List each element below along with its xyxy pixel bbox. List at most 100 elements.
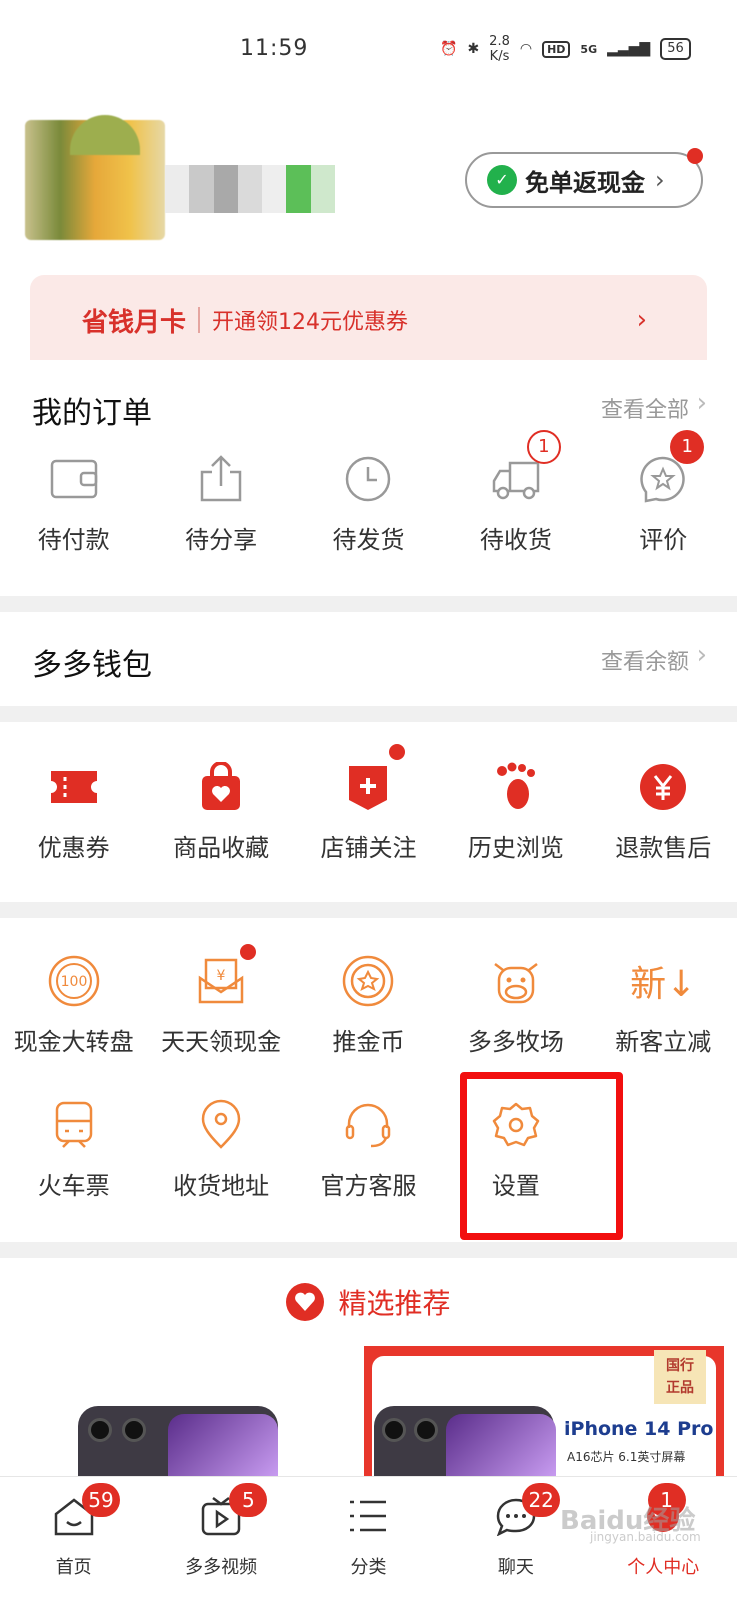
truck-icon: 1: [489, 430, 561, 506]
store-follow-icon: [341, 744, 406, 814]
chevron-right-icon[interactable]: ›: [697, 640, 707, 670]
order-label: 待发货: [332, 526, 405, 554]
battery-indicator: 56: [660, 38, 691, 60]
net-speed: 2.8 K/s: [489, 34, 510, 64]
nav-badge: 22: [522, 1483, 561, 1517]
order-label: 待付款: [37, 526, 110, 554]
username-blurred: [165, 165, 335, 213]
profile-header: ✓ 免单返现金 › 省钱月卡 开通领124元优惠券 ›: [0, 100, 737, 365]
nav-label: 分类: [350, 1557, 387, 1578]
wheel-100-icon: 100: [47, 954, 101, 1008]
product-card[interactable]: [0, 1346, 360, 1476]
status-bar: 11:59 ⏰ ✱ 2.8 K/s ◠ HD 5G ▂▃▅▇ 56: [0, 0, 737, 100]
official-tag-line1: 国行: [666, 1358, 694, 1374]
service-new-customer[interactable]: 新↓ 新客立减: [590, 954, 737, 1057]
order-count-badge: 1: [670, 430, 705, 464]
service-label: 推金币: [332, 1028, 405, 1056]
service-label: 官方客服: [320, 1172, 417, 1200]
order-count-badge: 1: [526, 430, 561, 464]
review-icon: 1: [636, 430, 705, 506]
recommend-header: 精选推荐: [0, 1258, 737, 1346]
recommend-title: 精选推荐: [338, 1287, 451, 1320]
status-icons: ⏰ ✱ 2.8 K/s ◠ HD 5G ▂▃▅▇ 56: [440, 34, 691, 64]
wallet-section[interactable]: 多多钱包 查看余额 ›: [0, 612, 737, 706]
nav-badge: 59: [82, 1483, 120, 1517]
order-label: 待收货: [479, 526, 552, 554]
cash-envelope-icon: ¥: [194, 944, 257, 1008]
services-section: 100 现金大转盘 ¥ 天天领现金 推金币 多多牧场 新↓ 新客立减 火车票 收…: [0, 918, 737, 1242]
share-icon: [194, 452, 248, 506]
order-pending-receive[interactable]: 1 待收货: [442, 430, 589, 555]
headset-icon: [341, 1098, 395, 1152]
product-grid: iPhone 14 Pro A16芯片 6.1英寸屏幕 国行 正品: [0, 1346, 737, 1476]
wechat-icon: ✓: [487, 165, 517, 195]
nav-label: 首页: [55, 1557, 92, 1578]
product-subtitle: A16芯片 6.1英寸屏幕: [567, 1450, 686, 1464]
service-label: 现金大转盘: [13, 1028, 134, 1056]
nav-video[interactable]: 多多视频 5: [147, 1477, 294, 1600]
shortcut-favorites[interactable]: 商品收藏: [147, 760, 294, 863]
services-row-2: 火车票 收货地址 官方客服 设置: [0, 1098, 737, 1201]
product-image: [374, 1406, 556, 1476]
shortcut-label: 退款售后: [615, 834, 712, 862]
free-cashback-button[interactable]: ✓ 免单返现金 ›: [465, 148, 703, 208]
avatar[interactable]: [25, 115, 165, 240]
location-icon: [194, 1098, 248, 1152]
favorite-bag-icon: [194, 760, 248, 814]
service-farm[interactable]: 多多牧场: [442, 954, 589, 1057]
services-row-1: 100 现金大转盘 ¥ 天天领现金 推金币 多多牧场 新↓ 新客立减: [0, 944, 737, 1057]
service-label: 新客立减: [615, 1028, 712, 1056]
product-title: iPhone 14 Pro: [564, 1418, 714, 1440]
chevron-right-icon[interactable]: ›: [697, 388, 707, 418]
service-cash-wheel[interactable]: 100 现金大转盘: [0, 954, 147, 1057]
heart-icon: [286, 1283, 325, 1321]
wallet-icon: [47, 452, 101, 506]
nav-chat[interactable]: 聊天 22: [442, 1477, 589, 1600]
nav-label: 多多视频: [185, 1557, 258, 1578]
bluetooth-icon: ✱: [467, 41, 480, 57]
savings-card-banner[interactable]: 省钱月卡 开通领124元优惠券 ›: [30, 275, 707, 365]
notification-dot: [389, 744, 406, 760]
service-address[interactable]: 收货地址: [147, 1098, 294, 1201]
shortcut-refund[interactable]: 退款售后: [590, 760, 737, 863]
cow-icon: [489, 954, 543, 1008]
shortcut-coupons[interactable]: 优惠券: [0, 760, 147, 863]
view-balance-link[interactable]: 查看余额: [601, 644, 689, 676]
product-card[interactable]: iPhone 14 Pro A16芯片 6.1英寸屏幕 国行 正品: [364, 1346, 724, 1476]
signal-label: 5G: [580, 42, 598, 56]
train-icon: [47, 1098, 101, 1152]
status-time: 11:59: [240, 36, 309, 61]
service-coin-pusher[interactable]: 推金币: [295, 954, 442, 1057]
clock-icon: [341, 452, 395, 506]
nav-category[interactable]: 分类: [295, 1477, 442, 1600]
service-label: 多多牧场: [467, 1028, 564, 1056]
nav-home[interactable]: 首页 59: [0, 1477, 147, 1600]
order-pending-share[interactable]: 待分享: [147, 452, 294, 555]
service-label: 火车票: [37, 1172, 110, 1200]
orders-title: 我的订单: [32, 396, 152, 431]
shortcut-history[interactable]: 历史浏览: [442, 760, 589, 863]
product-image: [78, 1406, 278, 1476]
shortcuts-section: 优惠券 商品收藏 店铺关注 历史浏览 退款售后: [0, 722, 737, 902]
order-label: 评价: [639, 526, 688, 554]
shortcut-label: 商品收藏: [173, 834, 270, 862]
service-customer-support[interactable]: 官方客服: [295, 1098, 442, 1201]
service-label: 天天领现金: [161, 1028, 282, 1056]
notification-dot: [687, 148, 703, 164]
footprint-icon: [489, 760, 543, 814]
service-daily-cash[interactable]: ¥ 天天领现金: [147, 944, 294, 1057]
signal-icon: ▂▃▅▇: [607, 41, 651, 57]
shortcut-followed-stores[interactable]: 店铺关注: [295, 744, 442, 863]
hd-badge: HD: [542, 40, 571, 58]
order-label: 待分享: [185, 526, 258, 554]
order-pending-payment[interactable]: 待付款: [0, 452, 147, 555]
shortcut-label: 优惠券: [37, 834, 110, 862]
order-pending-ship[interactable]: 待发货: [295, 452, 442, 555]
cashback-label: 免单返现金: [525, 168, 645, 197]
service-train-tickets[interactable]: 火车票: [0, 1098, 147, 1201]
shortcut-label: 历史浏览: [467, 834, 564, 862]
alarm-icon: ⏰: [440, 41, 458, 57]
view-all-orders-link[interactable]: 查看全部: [601, 392, 689, 424]
net-speed-unit: K/s: [489, 49, 510, 64]
order-review[interactable]: 1 评价: [590, 430, 737, 555]
